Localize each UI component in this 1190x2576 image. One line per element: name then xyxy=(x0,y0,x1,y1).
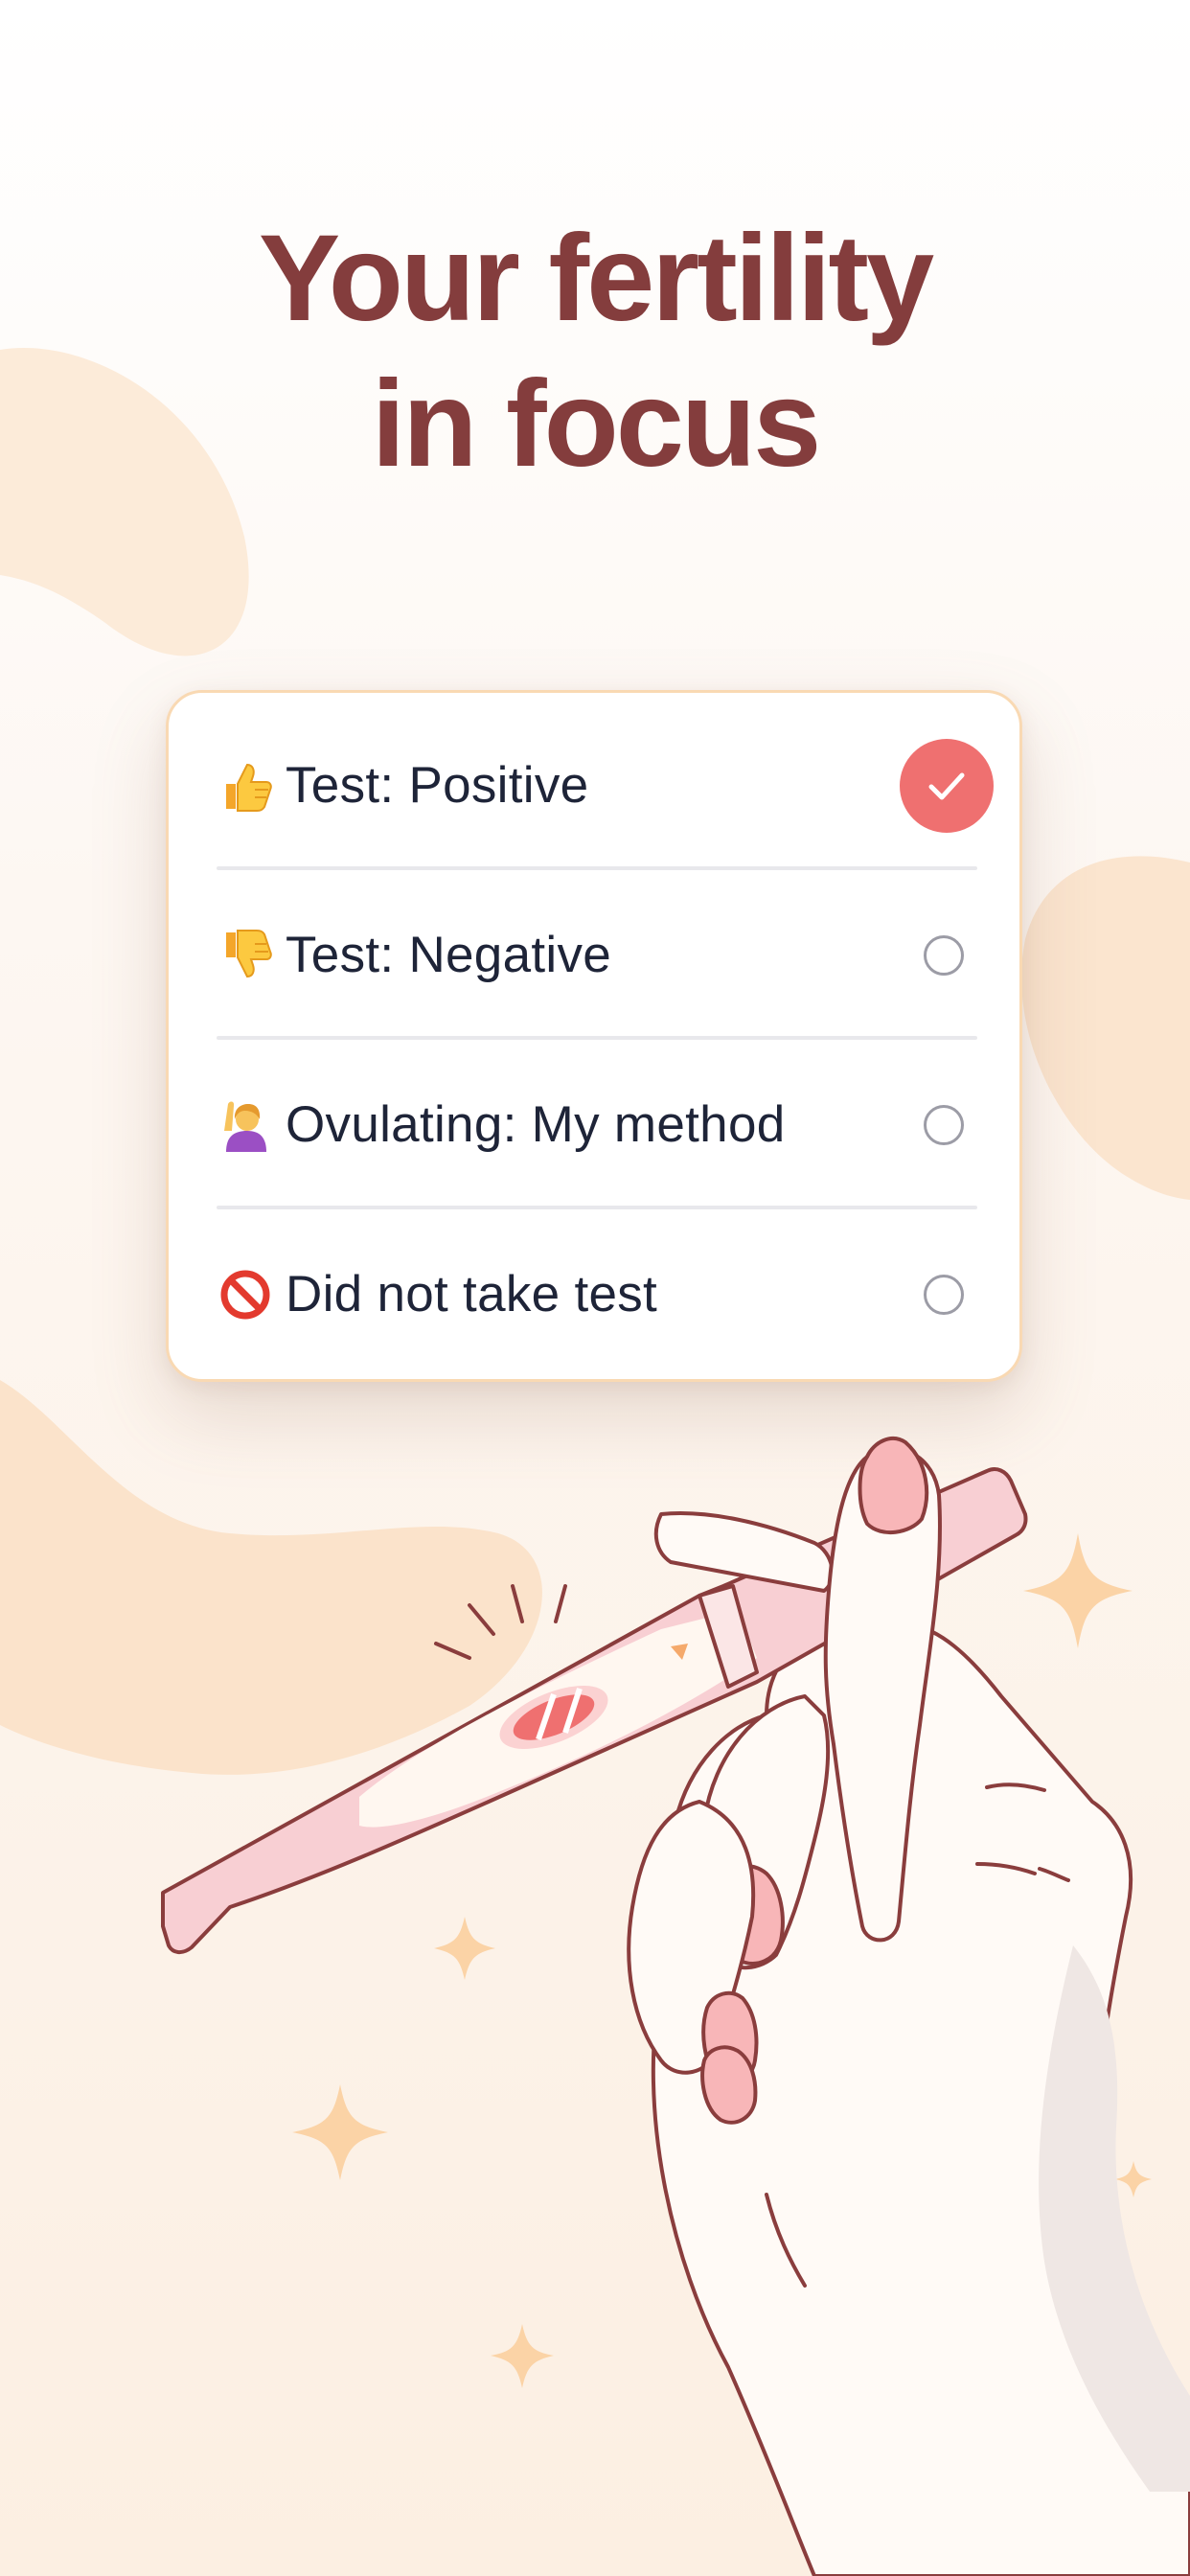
page-title-line-1: Your fertility xyxy=(258,210,934,347)
option-label: Ovulating: My method xyxy=(286,1096,786,1153)
prohibited-icon xyxy=(217,1266,274,1323)
option-label: Did not take test xyxy=(286,1266,658,1322)
option-test-negative[interactable]: Test: Negative xyxy=(217,870,977,1040)
option-label: Test: Negative xyxy=(286,927,612,983)
radio-button[interactable] xyxy=(924,1104,964,1145)
test-result-card: Test: Positive Test: Negative Ovulating:… xyxy=(166,690,1022,1382)
option-label: Test: Positive xyxy=(286,757,589,814)
option-test-positive[interactable]: Test: Positive xyxy=(217,701,994,870)
checkmark-selected-icon[interactable] xyxy=(900,738,994,833)
thumbs-up-icon xyxy=(217,757,274,815)
page-title-line-2: in focus xyxy=(371,356,822,493)
option-ovulating-my-method[interactable]: Ovulating: My method xyxy=(217,1040,977,1209)
option-did-not-take-test[interactable]: Did not take test xyxy=(217,1209,977,1379)
page-title: Your fertility in focus xyxy=(0,206,1190,497)
raising-hand-woman-icon xyxy=(217,1096,274,1154)
thumbs-down-icon xyxy=(217,927,274,984)
radio-button[interactable] xyxy=(924,1274,964,1315)
radio-button[interactable] xyxy=(924,934,964,976)
